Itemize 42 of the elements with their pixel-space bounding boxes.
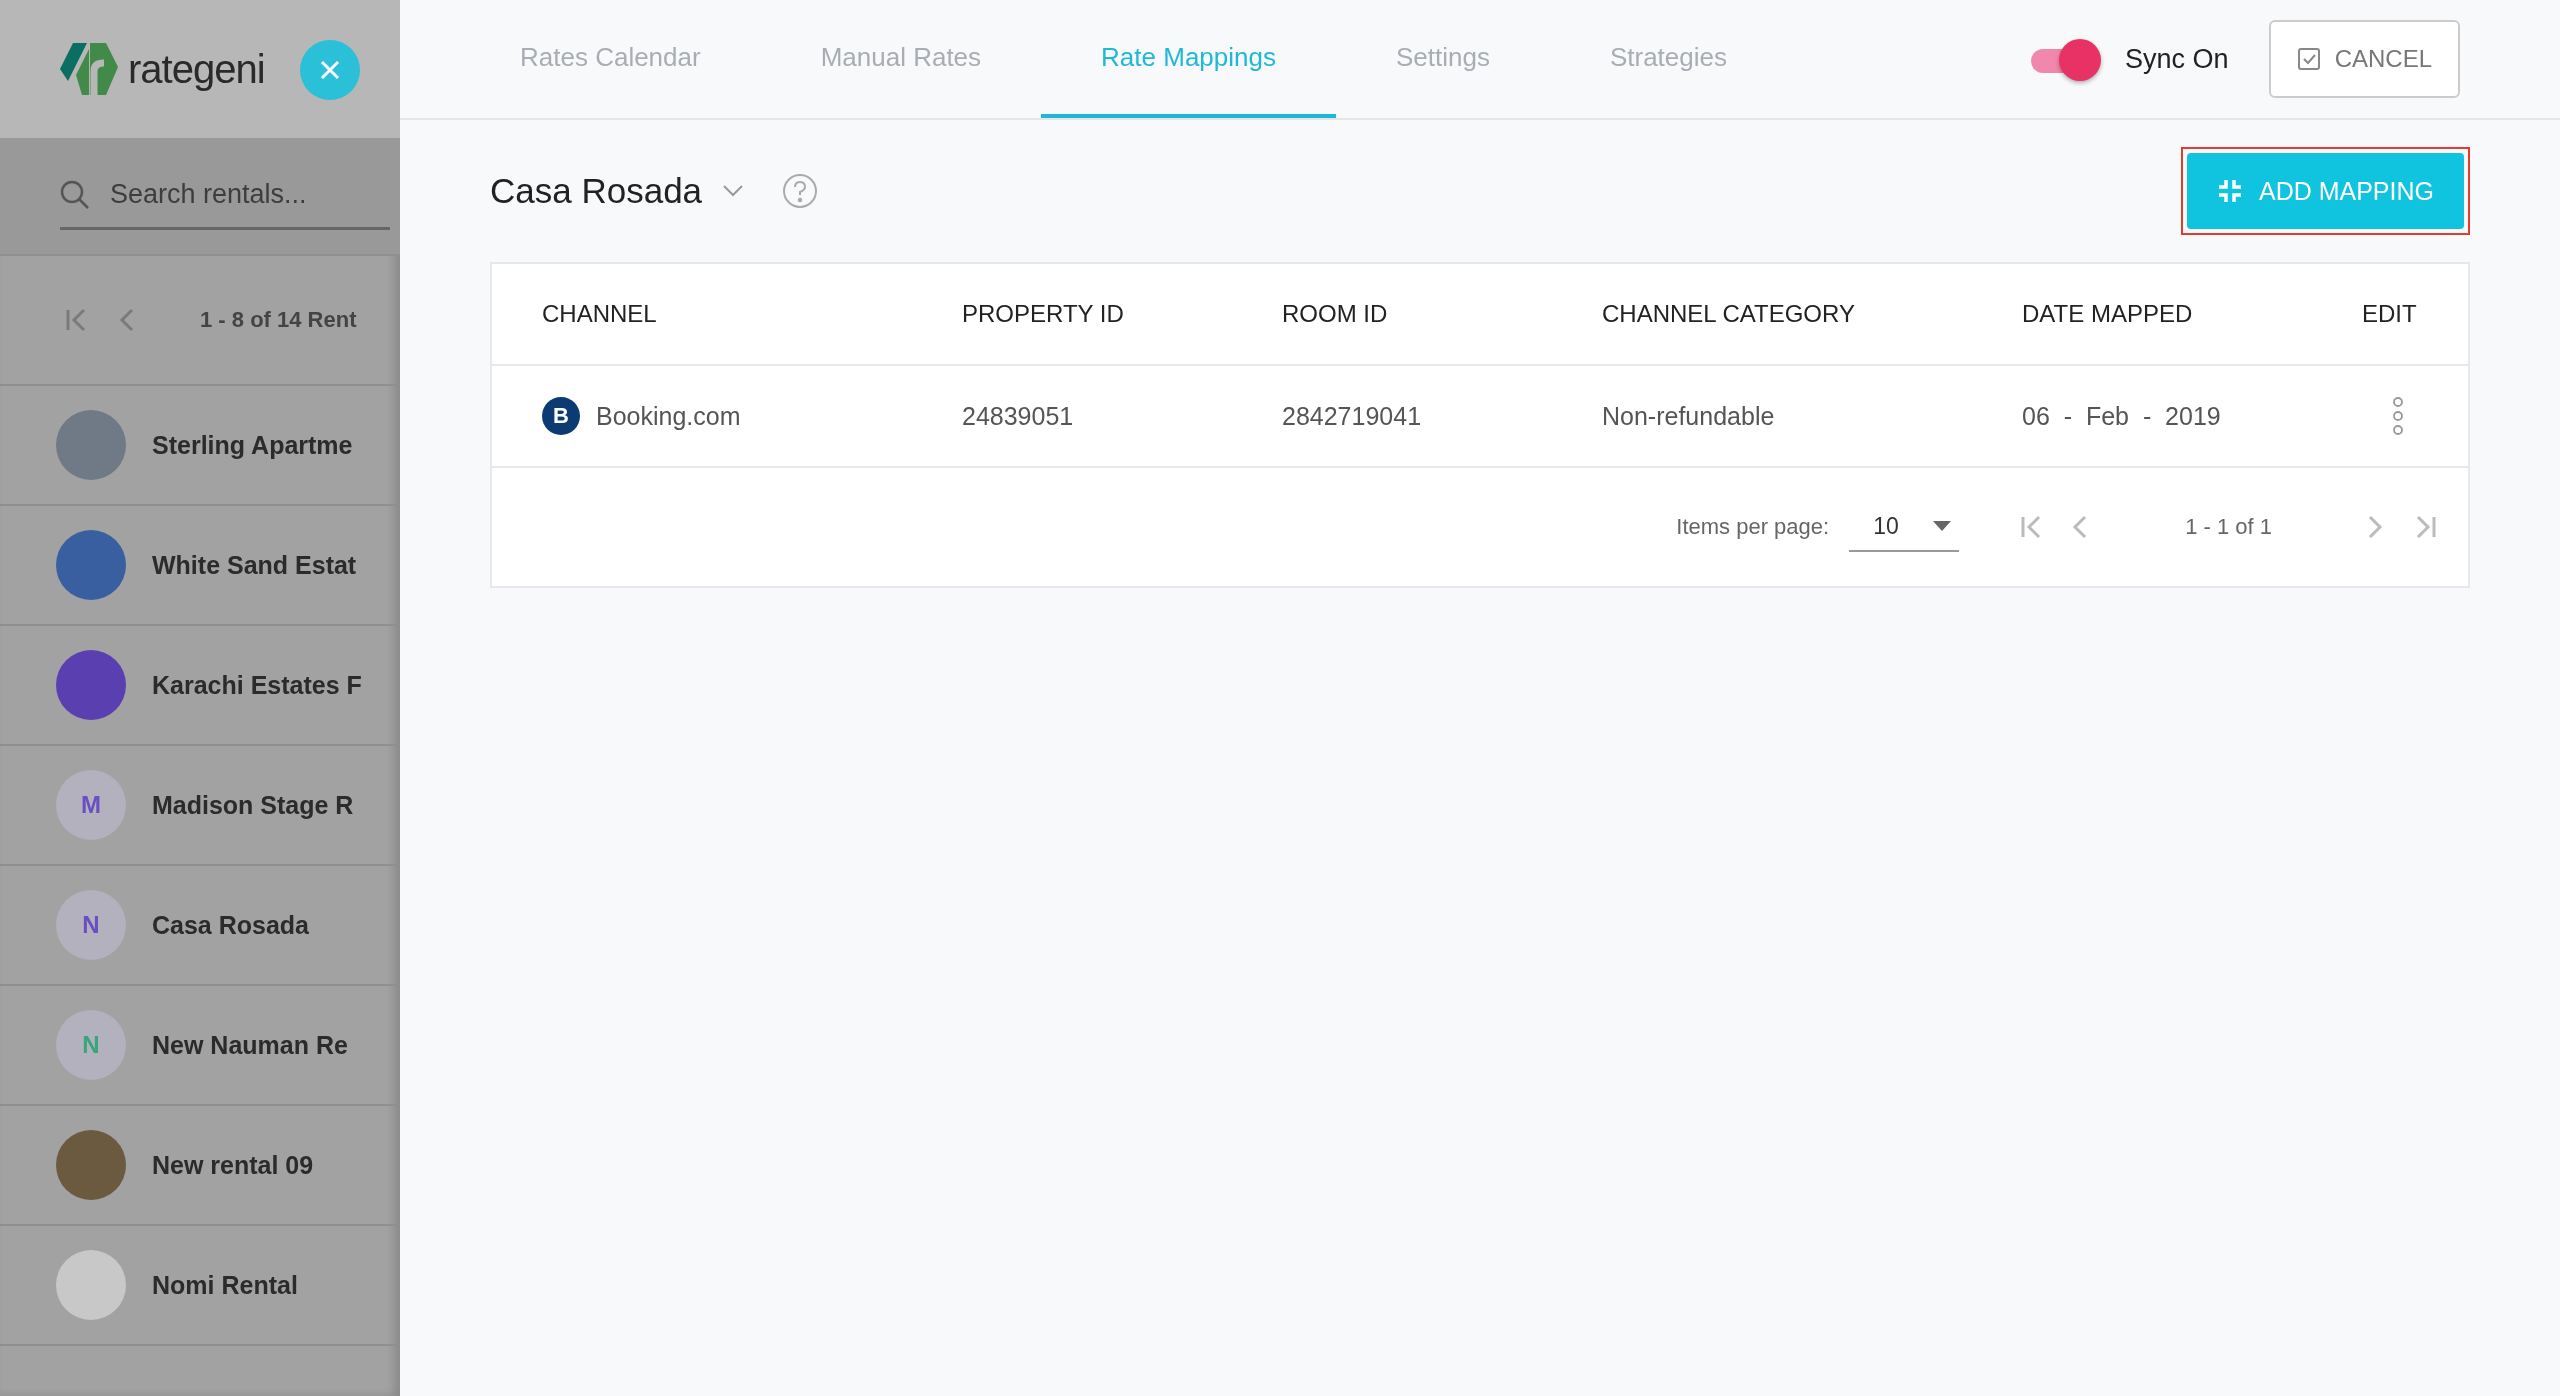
more-options-icon[interactable] [2392, 396, 2404, 436]
avatar-initial: N [56, 1010, 126, 1080]
rental-name[interactable]: Madison Stage R [152, 790, 354, 820]
table-cell-text: 2842719041 [1282, 401, 1423, 431]
channel-logo: B [542, 397, 580, 435]
rental-name[interactable]: Sterling Apartme [152, 430, 353, 460]
table-cell-text: 24839051 [962, 401, 1075, 431]
dropdown-arrow-icon[interactable] [1933, 521, 1952, 531]
search-icon [60, 179, 90, 210]
cancel-button[interactable]: CANCEL [2268, 20, 2460, 98]
table-cell-text: Non-refundable [1602, 401, 1776, 431]
column-header: DATE MAPPED [2022, 300, 2194, 328]
rental-name[interactable]: Karachi Estates F [152, 670, 362, 700]
avatar-initial: M [56, 770, 126, 840]
close-icon[interactable] [319, 59, 341, 81]
checkbox-icon [2296, 47, 2321, 71]
column-header: ROOM ID [1282, 300, 1389, 328]
column-header: EDIT [2362, 300, 2418, 328]
table-cell-text: 06 - Feb - 2019 [2022, 401, 2222, 431]
column-header: CHANNEL CATEGORY [1602, 300, 1856, 328]
rental-name[interactable]: White Sand Estat [152, 550, 357, 580]
collapse-icon [2216, 178, 2243, 204]
column-header: CHANNEL [542, 300, 658, 328]
table-cell: Booking.com [596, 401, 741, 431]
column-header: PROPERTY ID [962, 300, 1125, 328]
sync-label: Sync On [2125, 43, 2229, 75]
rental-name[interactable]: Casa Rosada [152, 910, 310, 940]
help-icon[interactable] [782, 173, 819, 209]
rental-name[interactable]: New rental 09 [152, 1150, 314, 1180]
chevron-down-icon[interactable] [722, 184, 745, 198]
page-range: 1 - 1 of 1 [2185, 514, 2272, 540]
logo-icon [58, 41, 120, 97]
items-per-page-label: Items per page: [1676, 514, 1830, 540]
rental-name[interactable]: Nomi Rental [152, 1270, 298, 1300]
page-range: 1 - 8 of 14 Rent [200, 307, 357, 333]
page-size-select[interactable]: 10 [1849, 502, 1960, 552]
rental-name[interactable]: New Nauman Re [152, 1030, 348, 1060]
search-field[interactable]: Search rentals... [108, 178, 372, 211]
logo-text: rategeni [128, 46, 265, 92]
avatar-initial: N [56, 890, 126, 960]
rental-select[interactable]: Casa Rosada [490, 171, 745, 211]
close-button[interactable] [300, 40, 360, 100]
